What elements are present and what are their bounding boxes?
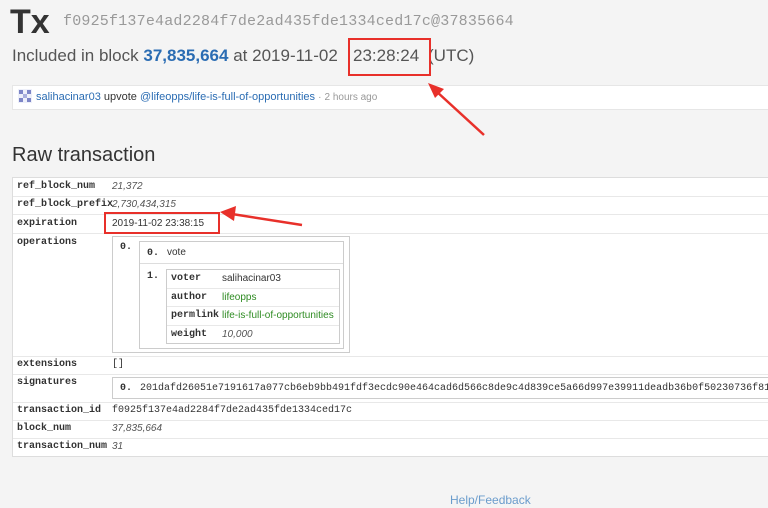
- at-label: at: [233, 46, 248, 65]
- tx-hash: f0925f137e4ad2284f7de2ad435fde1334ced17c…: [63, 13, 514, 30]
- operations-list: 0. 0. vote 1. voter salihacinar03 author…: [112, 236, 350, 353]
- signature-value: 201dafd26051e7191617a077cb6eb9bb491fdf3e…: [140, 383, 768, 394]
- op-params-index: 1.: [147, 271, 160, 282]
- row-signatures: signatures 0. 201dafd26051e7191617a077cb…: [13, 374, 768, 403]
- param-key-voter: voter: [171, 273, 202, 284]
- key-transaction-num: transaction_num: [17, 441, 108, 452]
- block-number-link[interactable]: 37,835,664: [143, 46, 228, 65]
- row-ref-block-num: ref_block_num 21,372: [13, 178, 768, 197]
- op-type-index: 0.: [147, 248, 160, 259]
- param-row-voter: voter salihacinar03: [167, 270, 339, 289]
- user-avatar-icon[interactable]: [18, 89, 32, 104]
- param-value-weight: 10,000: [222, 329, 253, 340]
- param-key-weight: weight: [171, 329, 208, 340]
- row-transaction-num: transaction_num 31: [13, 438, 768, 456]
- included-in-block-line: Included in block 37,835,664 at 2019-11-…: [12, 44, 338, 68]
- param-key-permlink: permlink: [171, 310, 220, 321]
- included-tz: (UTC): [428, 46, 475, 65]
- param-value-voter: salihacinar03: [222, 273, 281, 284]
- time-ago: 2 hours ago: [324, 92, 378, 103]
- value-extensions: []: [112, 359, 125, 370]
- raw-transaction-heading: Raw transaction: [12, 144, 156, 166]
- separator-dot: ·: [318, 92, 322, 103]
- param-row-weight: weight 10,000: [167, 325, 339, 343]
- included-date: 2019-11-02: [252, 46, 338, 65]
- param-row-permlink: permlink life-is-full-of-opportunities: [167, 306, 339, 326]
- op-divider: [140, 263, 343, 264]
- operation-item: 0. vote 1. voter salihacinar03 author li…: [139, 241, 344, 349]
- row-block-num: block_num 37,835,664: [13, 420, 768, 439]
- key-ref-block-num: ref_block_num: [17, 181, 96, 192]
- key-operations: operations: [17, 237, 78, 248]
- row-extensions: extensions []: [13, 356, 768, 375]
- key-block-num: block_num: [17, 423, 72, 434]
- operation-summary-card: salihacinar03 upvote @lifeopps/life-is-f…: [12, 85, 768, 110]
- param-row-author: author lifeopps: [167, 288, 339, 307]
- operation-index: 0.: [120, 242, 133, 253]
- voter-link[interactable]: salihacinar03: [36, 91, 101, 103]
- param-value-permlink: life-is-full-of-opportunities: [222, 310, 334, 321]
- key-signatures: signatures: [17, 377, 78, 388]
- action-label: upvote: [103, 91, 137, 103]
- post-link[interactable]: @lifeopps/life-is-full-of-opportunities: [140, 91, 315, 103]
- key-extensions: extensions: [17, 359, 78, 370]
- param-key-author: author: [171, 292, 208, 303]
- time-highlight-box: [348, 38, 431, 76]
- row-operations: operations 0. 0. vote 1. voter salihacin…: [13, 233, 768, 357]
- signature-index: 0.: [120, 383, 133, 394]
- help-feedback-link[interactable]: Help/Feedback: [450, 493, 531, 507]
- signatures-list: 0. 201dafd26051e7191617a077cb6eb9bb491fd…: [112, 377, 768, 399]
- value-ref-block-prefix: 2,730,434,315: [112, 199, 176, 210]
- row-transaction-id: transaction_id f0925f137e4ad2284f7de2ad4…: [13, 402, 768, 421]
- key-expiration: expiration: [17, 218, 78, 229]
- op-type-vote: vote: [167, 247, 186, 258]
- key-ref-block-prefix: ref_block_prefix: [17, 199, 114, 210]
- page-title: Tx: [10, 3, 50, 41]
- value-block-num: 37,835,664: [112, 423, 163, 434]
- param-value-author: lifeopps: [222, 292, 257, 303]
- key-transaction-id: transaction_id: [17, 405, 102, 416]
- included-prefix: Included in block: [12, 46, 139, 65]
- value-transaction-num: 31: [112, 441, 124, 452]
- value-transaction-id: f0925f137e4ad2284f7de2ad435fde1334ced17c: [112, 405, 353, 416]
- expiration-highlight-box: [104, 212, 220, 234]
- value-ref-block-num: 21,372: [112, 181, 143, 192]
- op-params-table: voter salihacinar03 author lifeopps perm…: [166, 269, 340, 344]
